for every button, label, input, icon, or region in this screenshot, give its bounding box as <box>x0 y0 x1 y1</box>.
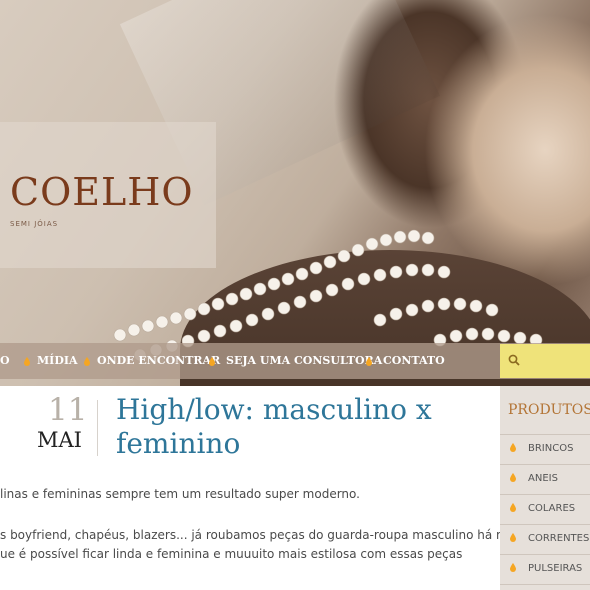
sidebar-products: PRODUTOS BRINCOS ANEIS COLARES CORRENTES… <box>500 386 590 590</box>
sidebar-divider <box>500 434 590 435</box>
drop-icon <box>510 503 516 512</box>
post-title-line1: High/low: masculino x <box>116 393 432 426</box>
post-paragraph: ue é possível ficar linda e feminina e m… <box>0 547 463 561</box>
brand-tagline: SEMI JÓIAS <box>10 220 59 228</box>
drop-icon <box>366 357 372 366</box>
nav-item-onde-encontrar[interactable]: ONDE ENCONTRAR <box>97 343 220 379</box>
sidebar-divider <box>500 494 590 495</box>
hero-banner: COELHO SEMI JÓIAS <box>0 0 590 386</box>
nav-item-contato[interactable]: CONTATO <box>383 343 445 379</box>
post-paragraph: s boyfriend, chapéus, blazers... já roub… <box>0 528 531 542</box>
sidebar-heading: PRODUTOS <box>508 402 590 418</box>
sidebar-item-aneis[interactable]: ANEIS <box>528 473 558 484</box>
sidebar-divider <box>500 464 590 465</box>
drop-icon <box>510 563 516 572</box>
sidebar-divider <box>500 584 590 585</box>
drop-icon <box>209 357 215 366</box>
post-title[interactable]: High/low: masculino x feminino <box>116 393 496 461</box>
post-date-month: MAI <box>37 428 82 452</box>
drop-icon <box>84 357 90 366</box>
sidebar-divider <box>500 554 590 555</box>
nav-item-midia[interactable]: MÍDIA <box>37 343 78 379</box>
post-date-day: 11 <box>48 392 88 428</box>
brand-logo[interactable]: COELHO <box>10 170 194 214</box>
sidebar-item-pulseiras[interactable]: PULSEIRAS <box>528 563 582 574</box>
search-icon <box>508 354 520 366</box>
date-divider <box>97 400 98 456</box>
sidebar-item-colares[interactable]: COLARES <box>528 503 575 514</box>
post-paragraph: linas e femininas sempre tem um resultad… <box>0 487 360 501</box>
drop-icon <box>510 533 516 542</box>
drop-icon <box>24 357 30 366</box>
drop-icon <box>510 443 516 452</box>
sidebar-item-brincos[interactable]: BRINCOS <box>528 443 573 454</box>
nav-item-seja-uma-consultora[interactable]: SEJA UMA CONSULTORA <box>226 343 382 379</box>
sidebar-divider <box>500 524 590 525</box>
search-input[interactable] <box>500 344 590 378</box>
post-title-line2: feminino <box>116 427 241 460</box>
nav-item-0[interactable]: O <box>0 343 10 379</box>
sidebar-item-correntes[interactable]: CORRENTES <box>528 533 589 544</box>
drop-icon <box>510 473 516 482</box>
